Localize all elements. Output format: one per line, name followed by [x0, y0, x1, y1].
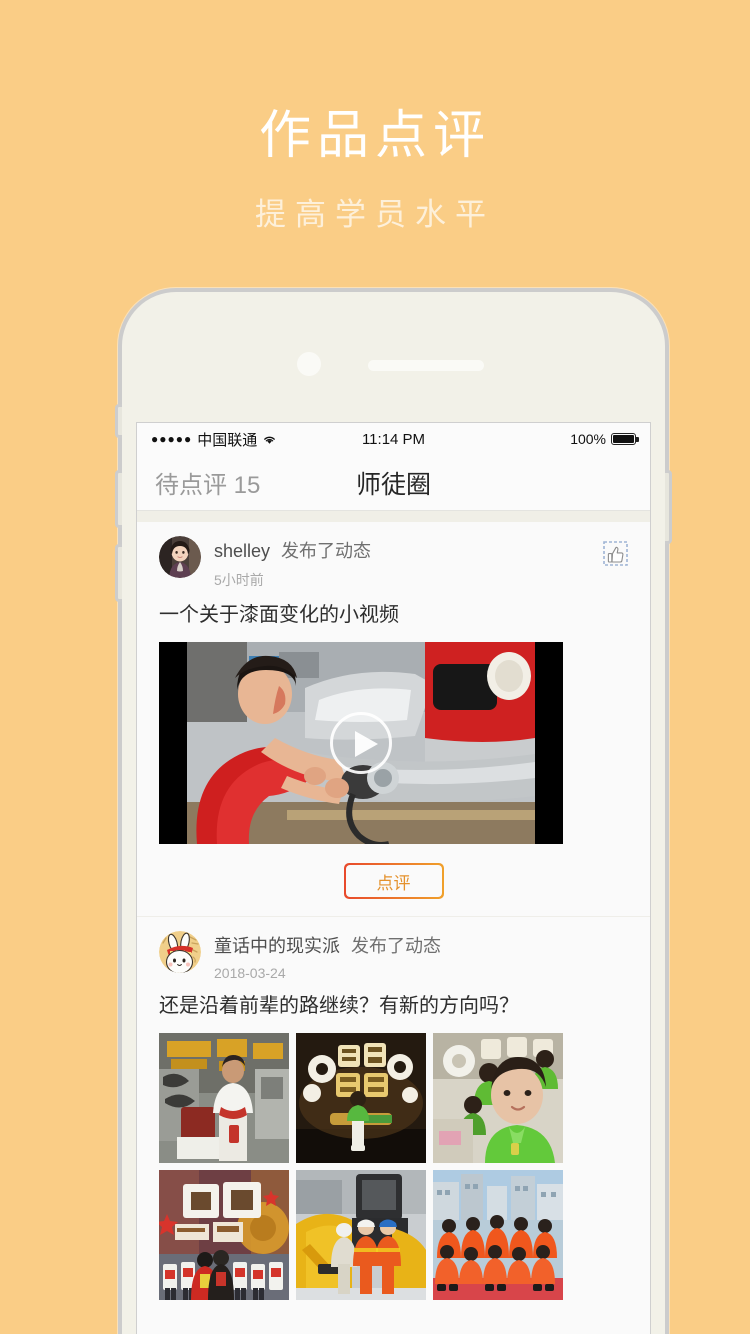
grid-image-4[interactable]: [159, 1170, 289, 1300]
grid-image-1[interactable]: [159, 1033, 289, 1163]
front-camera-icon: [296, 352, 321, 376]
post-text: 还是沿着前辈的路继续？有新的方向吗？: [159, 995, 519, 1017]
avatar-rabbit[interactable]: [159, 931, 201, 973]
earpiece-speaker: [367, 360, 484, 371]
power-button[interactable]: [665, 470, 672, 544]
battery-percent-label: 100%: [570, 431, 606, 447]
post-meta: shelley 发布了动态 5小时前: [214, 536, 371, 590]
hero-banner: 作品点评 提高学员水平: [0, 0, 750, 290]
carrier-label: 中国联通: [197, 431, 258, 449]
volume-up-button[interactable]: [115, 470, 122, 528]
feed-post[interactable]: 童话中的现实派 发布了动态 2018-03-24 还是沿着前辈的路继续？有新的方…: [137, 917, 650, 1314]
wifi-icon: [262, 434, 277, 445]
thumbs-up-icon[interactable]: [603, 541, 628, 566]
page-title: 师徒圈: [355, 470, 431, 499]
post-header: shelley 发布了动态 5小时前: [159, 536, 628, 590]
review-button-label: 点评: [345, 865, 442, 897]
post-author[interactable]: 童话中的现实派: [214, 932, 340, 958]
hero-title: 作品点评: [258, 107, 491, 165]
volume-down-button[interactable]: [115, 544, 122, 602]
status-bar: ●●●●● 中国联通 11:14 PM 100%: [137, 423, 650, 455]
grid-image-3[interactable]: [433, 1033, 563, 1163]
post-action: 发布了动态: [281, 541, 372, 561]
post-timestamp: 5小时前: [214, 572, 264, 588]
battery-icon: [611, 433, 639, 445]
post-meta: 童话中的现实派 发布了动态 2018-03-24: [214, 931, 441, 981]
grid-image-2[interactable]: [296, 1033, 426, 1163]
phone-screen: ●●●●● 中国联通 11:14 PM 100% 待点评 15 师徒圈 shel…: [136, 422, 651, 1334]
avatar-shelley[interactable]: [159, 536, 201, 578]
post-image-grid: [159, 1033, 628, 1314]
section-spacer: [137, 511, 650, 522]
review-button[interactable]: 点评: [343, 863, 444, 899]
signal-strength-icon: ●●●●●: [151, 432, 193, 446]
phone-mockup: ●●●●● 中国联通 11:14 PM 100% 待点评 15 师徒圈 shel…: [115, 288, 672, 1334]
feed-list: shelley 发布了动态 5小时前 一个关于漆面变化的小视频 点评 童话中的现…: [137, 522, 650, 1314]
status-bar-left: ●●●●● 中国联通: [151, 429, 277, 450]
grid-image-6[interactable]: [433, 1170, 563, 1300]
status-bar-right: 100%: [570, 431, 639, 447]
post-video-thumbnail[interactable]: [159, 642, 563, 844]
post-actions: 点评: [159, 844, 628, 916]
navigation-bar: 待点评 15 师徒圈: [137, 455, 650, 510]
post-action: 发布了动态: [351, 936, 441, 956]
hero-subtitle: 提高学员水平: [255, 197, 495, 233]
grid-image-5[interactable]: [296, 1170, 426, 1300]
feed-post[interactable]: shelley 发布了动态 5小时前 一个关于漆面变化的小视频 点评: [137, 522, 650, 916]
post-header: 童话中的现实派 发布了动态 2018-03-24: [159, 931, 628, 981]
mute-switch[interactable]: [115, 404, 122, 438]
post-text: 一个关于漆面变化的小视频: [159, 604, 399, 626]
play-icon[interactable]: [330, 712, 392, 774]
post-author[interactable]: shelley: [214, 541, 270, 562]
post-timestamp: 2018-03-24: [214, 965, 286, 981]
